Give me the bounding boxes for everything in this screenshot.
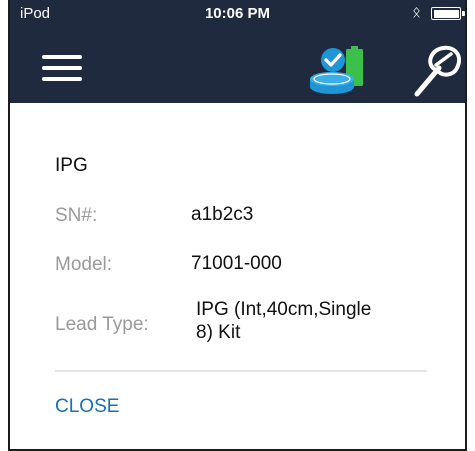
close-button[interactable]: CLOSE — [55, 396, 119, 418]
lead-type-value-line-2: 8) Kit — [196, 322, 241, 343]
app-screen: iPod 10:06 PM ᛟ IPG SN#: a1b2c3 Model: 7… — [8, 0, 467, 451]
model-value: 71001-000 — [191, 253, 282, 274]
top-bar: iPod 10:06 PM ᛟ — [10, 0, 465, 103]
sn-label: SN#: — [55, 205, 98, 226]
lead-type-label: Lead Type: — [55, 314, 149, 335]
status-bar: iPod 10:06 PM ᛟ — [10, 0, 465, 28]
sn-value: a1b2c3 — [191, 204, 254, 225]
lead-type-value-line-1: IPG (Int,40cm,Single — [196, 299, 372, 320]
lead-type-value: IPG (Int,40cm,Single 8) Kit — [196, 298, 371, 344]
divider — [55, 370, 427, 372]
battery-icon — [431, 7, 465, 20]
dialog-title: IPG — [55, 155, 88, 176]
programmer-wand-icon[interactable] — [409, 44, 463, 98]
menu-button[interactable] — [42, 53, 82, 83]
status-time: 10:06 PM — [204, 5, 271, 22]
bluetooth-icon: ᛟ — [411, 4, 421, 21]
device-status-icon[interactable] — [306, 42, 376, 98]
model-label: Model: — [55, 254, 113, 275]
